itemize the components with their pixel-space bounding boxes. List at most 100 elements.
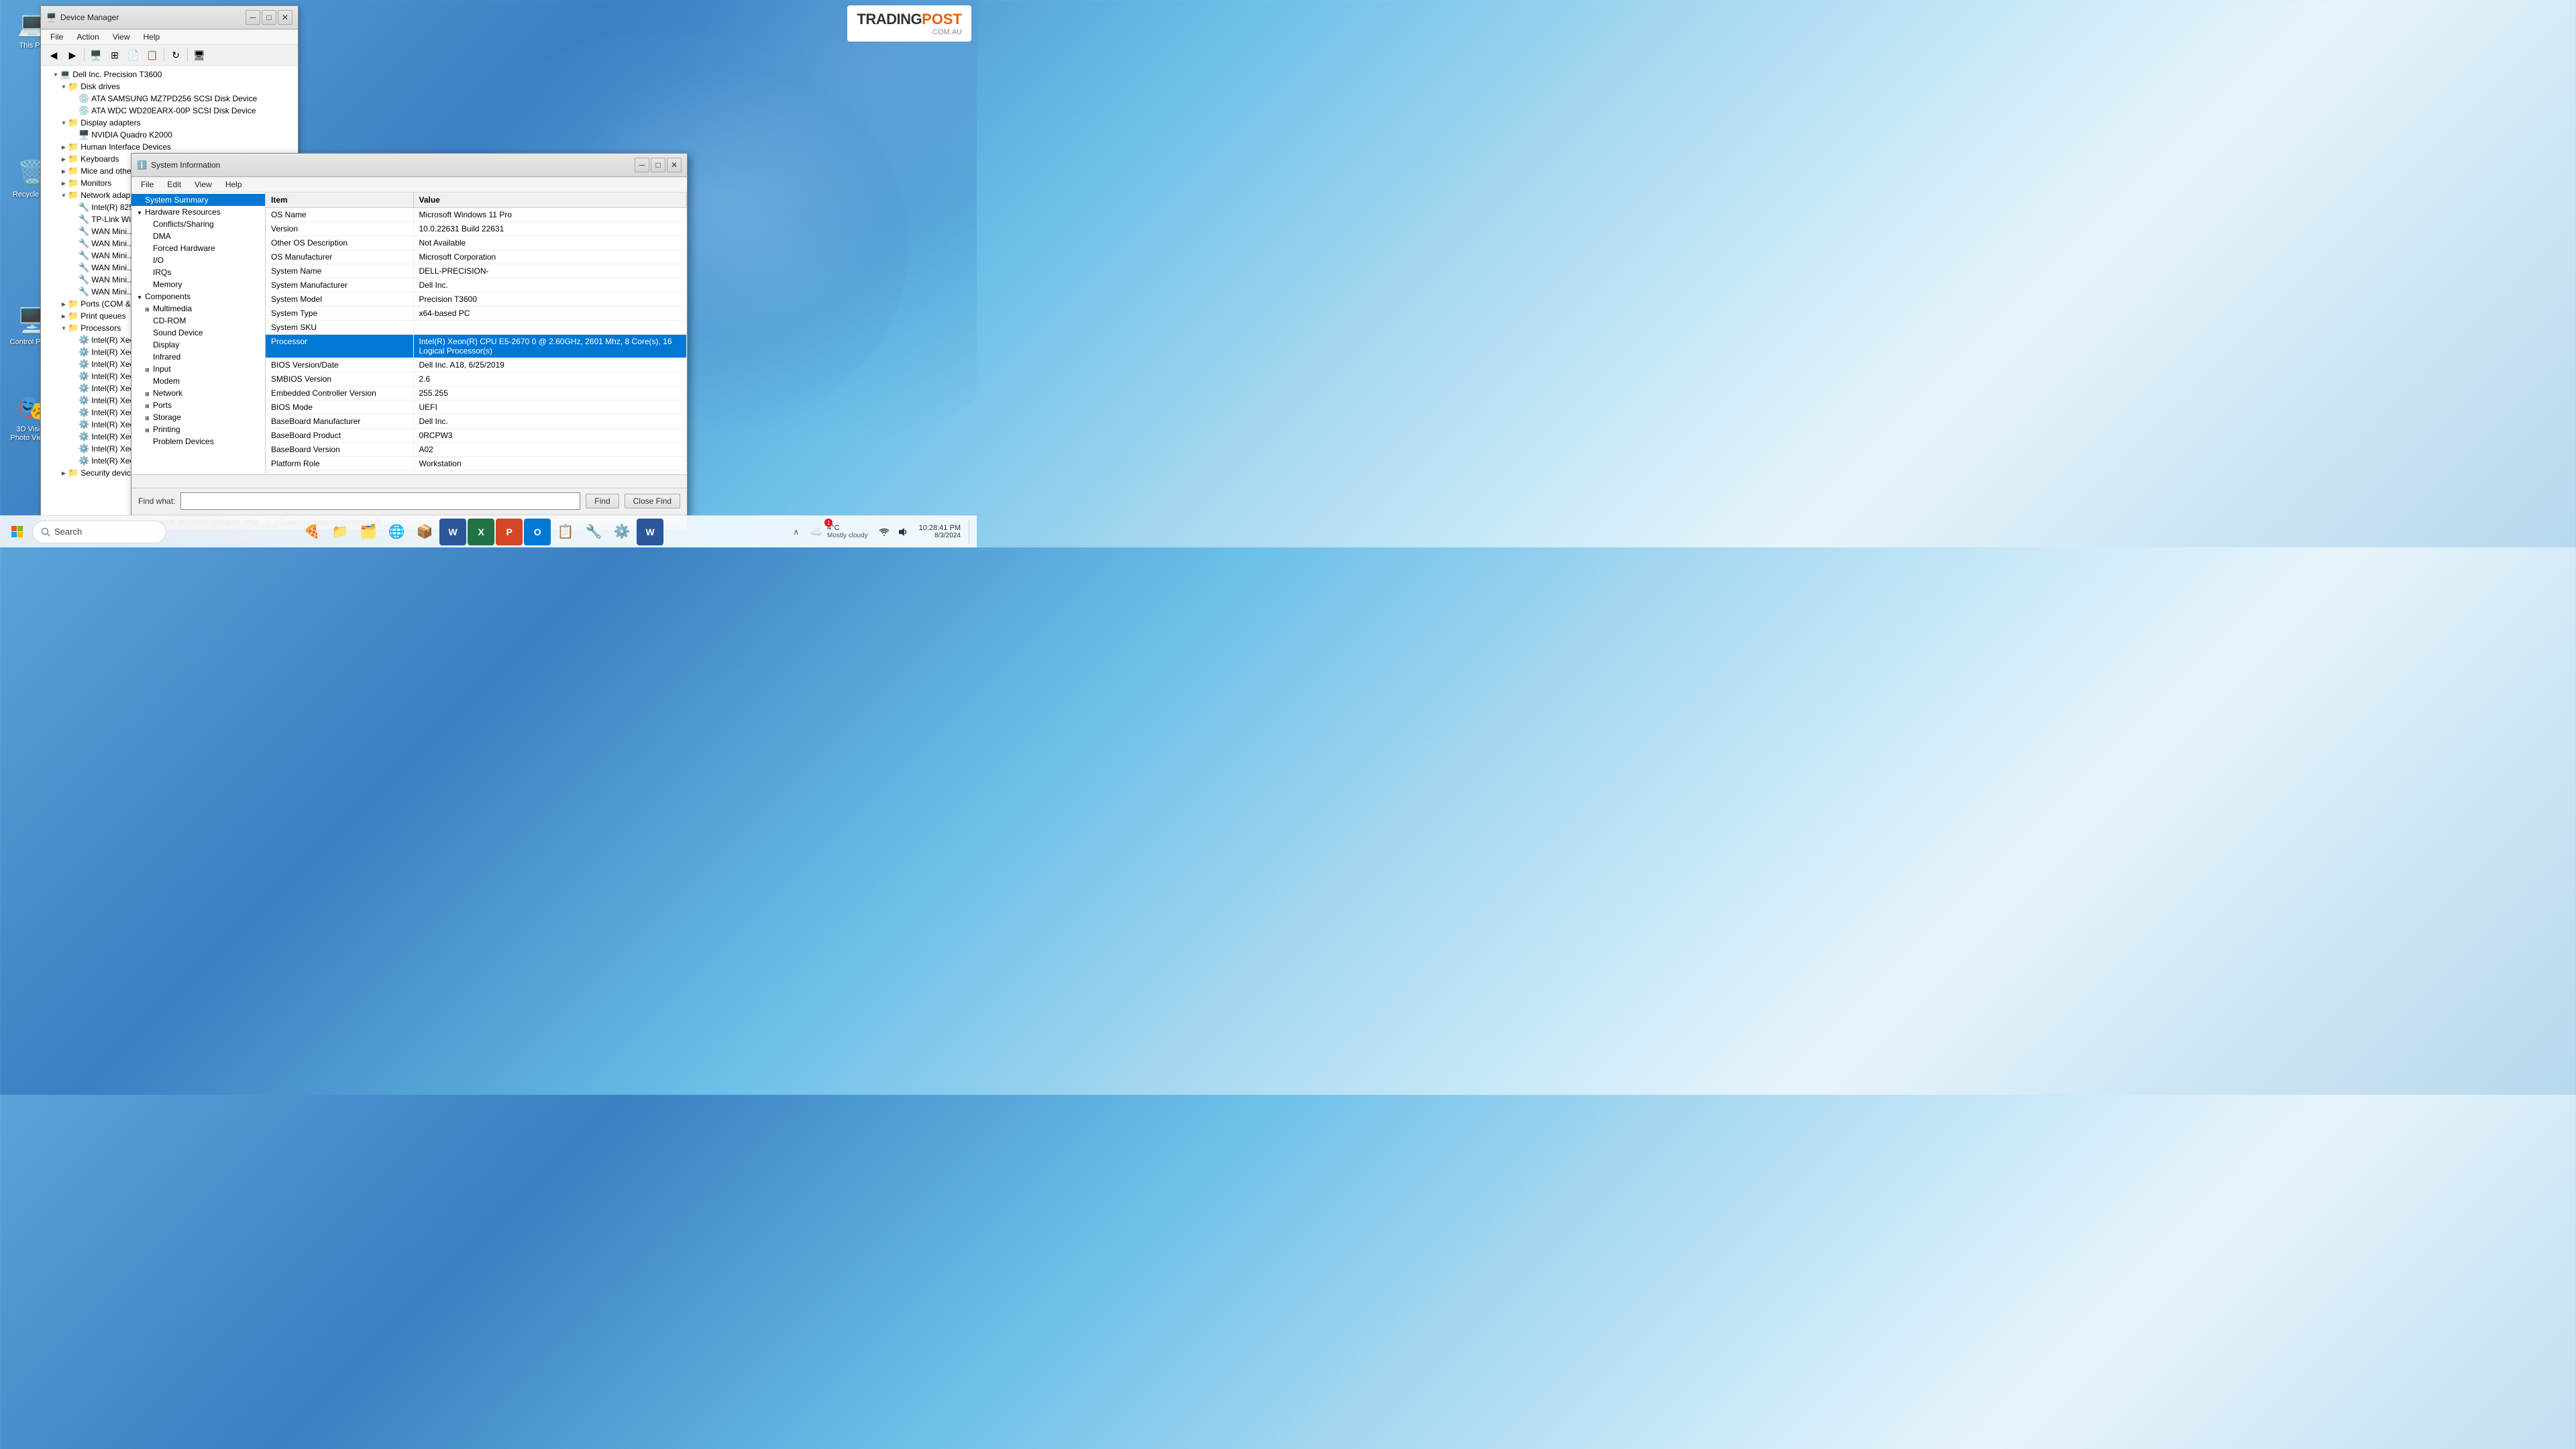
menu-view[interactable]: View — [107, 31, 136, 43]
si-tree-item[interactable]: Modem — [131, 375, 265, 387]
toolbar-monitor[interactable]: 🖥 — [191, 47, 208, 63]
taskbar-app-ppt[interactable]: P — [496, 519, 523, 545]
taskbar-app-pkg[interactable]: 📦 — [411, 519, 438, 545]
si-tree-item[interactable]: IRQs — [131, 266, 265, 278]
si-tree-item[interactable]: ⊞Input — [131, 363, 265, 375]
taskbar-app-word[interactable]: W — [439, 519, 466, 545]
table-row[interactable]: OS NameMicrosoft Windows 11 Pro — [266, 208, 687, 222]
si-tree-item[interactable]: Display — [131, 339, 265, 351]
si-tree-item[interactable]: Forced Hardware — [131, 242, 265, 254]
maximize-button[interactable]: □ — [262, 10, 276, 25]
table-row[interactable]: BaseBoard ManufacturerDell Inc. — [266, 415, 687, 429]
sysinfo-minimize[interactable]: ─ — [635, 158, 649, 172]
table-row[interactable]: Embedded Controller Version255.255 — [266, 386, 687, 400]
table-row[interactable]: Other OS DescriptionNot Available — [266, 236, 687, 250]
sysinfo-table: Item Value OS NameMicrosoft Windows 11 P… — [266, 193, 687, 471]
table-row[interactable]: System ManufacturerDell Inc. — [266, 278, 687, 292]
tree-item[interactable]: ▶📁Human Interface Devices — [41, 141, 298, 153]
toolbar-grid[interactable]: ⊞ — [106, 47, 123, 63]
si-tree-item[interactable]: ▼Components — [131, 290, 265, 303]
si-tree-item[interactable]: Infrared — [131, 351, 265, 363]
domain-text: .COM.AU — [857, 28, 962, 36]
taskbar-app-outlook[interactable]: O — [524, 519, 551, 545]
table-row[interactable]: Platform RoleWorkstation — [266, 457, 687, 471]
menu-help[interactable]: Help — [138, 31, 166, 43]
toolbar-computer[interactable]: 🖥️ — [87, 47, 105, 63]
taskbar-app-explorer[interactable]: 📁 — [327, 519, 354, 545]
start-button[interactable] — [5, 520, 30, 544]
toolbar-back[interactable]: ◀ — [45, 47, 62, 63]
si-tree-item[interactable]: ⊞Printing — [131, 423, 265, 435]
taskbar-app-edge[interactable]: 🌐 — [383, 519, 410, 545]
clock-time: 10:28:41 PM — [919, 524, 961, 532]
si-tree-item[interactable]: ⊞Network — [131, 387, 265, 399]
taskbar-clock[interactable]: 10:28:41 PM 8/3/2024 — [914, 523, 966, 541]
table-row[interactable]: BaseBoard VersionA02 — [266, 443, 687, 457]
taskbar-app-settings[interactable]: ⚙️ — [608, 519, 635, 545]
tree-item[interactable]: 🖥️NVIDIA Quadro K2000 — [41, 129, 298, 141]
taskbar-search[interactable]: Search — [32, 521, 166, 543]
tradingpost-logo: TRADING POST .COM.AU — [847, 5, 971, 42]
tree-item[interactable]: ▼📁Display adapters — [41, 117, 298, 129]
sysinfo-icon: ℹ️ — [137, 160, 147, 170]
toolbar-refresh[interactable]: ↻ — [167, 47, 184, 63]
sysinfo-menu-file[interactable]: File — [136, 178, 159, 191]
temp-display: 4°C — [827, 524, 868, 532]
si-tree-item[interactable]: Sound Device — [131, 327, 265, 339]
tree-item[interactable]: 💿ATA WDC WD20EARX-00P SCSI Disk Device — [41, 105, 298, 117]
sysinfo-menu-view[interactable]: View — [189, 178, 217, 191]
toolbar-sep3 — [187, 48, 188, 62]
taskbar-app-folder2[interactable]: 🗂️ — [355, 519, 382, 545]
find-button[interactable]: Find — [586, 494, 619, 508]
taskbar-app-excel[interactable]: X — [468, 519, 494, 545]
show-desktop-button[interactable] — [969, 520, 971, 544]
minimize-button[interactable]: ─ — [246, 10, 260, 25]
notification-area[interactable]: ∧ — [790, 526, 802, 538]
table-row[interactable]: OS ManufacturerMicrosoft Corporation — [266, 250, 687, 264]
si-tree-item[interactable]: CD-ROM — [131, 315, 265, 327]
taskbar-app-food[interactable]: 🍕 — [299, 519, 325, 545]
si-tree-item[interactable]: ⊞Multimedia — [131, 303, 265, 315]
table-row[interactable]: System ModelPrecision T3600 — [266, 292, 687, 307]
table-row[interactable]: BaseBoard Product0RCPW3 — [266, 429, 687, 443]
taskbar-app-word2[interactable]: W — [637, 519, 663, 545]
table-row[interactable]: ProcessorIntel(R) Xeon(R) CPU E5-2670 0 … — [266, 335, 687, 358]
table-row[interactable]: BIOS Version/DateDell Inc. A18, 6/25/201… — [266, 358, 687, 372]
close-button[interactable]: ✕ — [278, 10, 292, 25]
taskbar-app-clipboard[interactable]: 📋 — [552, 519, 579, 545]
si-tree-item[interactable]: I/O — [131, 254, 265, 266]
si-tree-item[interactable]: Problem Devices — [131, 435, 265, 447]
table-row[interactable]: System Typex64-based PC — [266, 307, 687, 321]
close-find-button[interactable]: Close Find — [625, 494, 680, 508]
menu-file[interactable]: File — [45, 31, 68, 43]
tree-item[interactable]: 💿ATA SAMSUNG MZ7PD256 SCSI Disk Device — [41, 93, 298, 105]
table-row[interactable]: Version10.0.22631 Build 22631 — [266, 222, 687, 236]
si-tree-item[interactable]: Conflicts/Sharing — [131, 218, 265, 230]
si-tree-item[interactable]: ⊞Storage — [131, 411, 265, 423]
taskbar-network[interactable] — [876, 519, 892, 545]
taskbar-app-green[interactable]: 🔧 — [580, 519, 607, 545]
tree-item[interactable]: ▼💻Dell Inc. Precision T3600 — [41, 68, 298, 80]
find-input[interactable] — [180, 492, 580, 510]
table-row[interactable]: System NameDELL-PRECISION- — [266, 264, 687, 278]
sysinfo-close[interactable]: ✕ — [667, 158, 682, 172]
si-tree-item[interactable]: DMA — [131, 230, 265, 242]
tree-item[interactable]: ▼📁Disk drives — [41, 80, 298, 93]
toolbar-doc2[interactable]: 📋 — [144, 47, 161, 63]
toolbar-doc[interactable]: 📄 — [125, 47, 142, 63]
sysinfo-menu-edit[interactable]: Edit — [162, 178, 186, 191]
menu-action[interactable]: Action — [71, 31, 104, 43]
si-tree-item[interactable]: ▼Hardware Resources — [131, 206, 265, 218]
si-tree-item[interactable]: ⊞Ports — [131, 399, 265, 411]
table-row[interactable]: SMBIOS Version2.6 — [266, 372, 687, 386]
table-row[interactable]: BIOS ModeUEFI — [266, 400, 687, 415]
si-tree-item[interactable]: System Summary — [131, 194, 265, 206]
find-label: Find what: — [138, 496, 175, 506]
taskbar-volume[interactable] — [895, 519, 911, 545]
weather-notification[interactable]: ☁️ 1 4°C Mostly cloudy — [804, 521, 873, 542]
sysinfo-maximize[interactable]: □ — [651, 158, 665, 172]
si-tree-item[interactable]: Memory — [131, 278, 265, 290]
sysinfo-menu-help[interactable]: Help — [220, 178, 248, 191]
table-row[interactable]: System SKU — [266, 321, 687, 335]
toolbar-forward[interactable]: ▶ — [64, 47, 81, 63]
